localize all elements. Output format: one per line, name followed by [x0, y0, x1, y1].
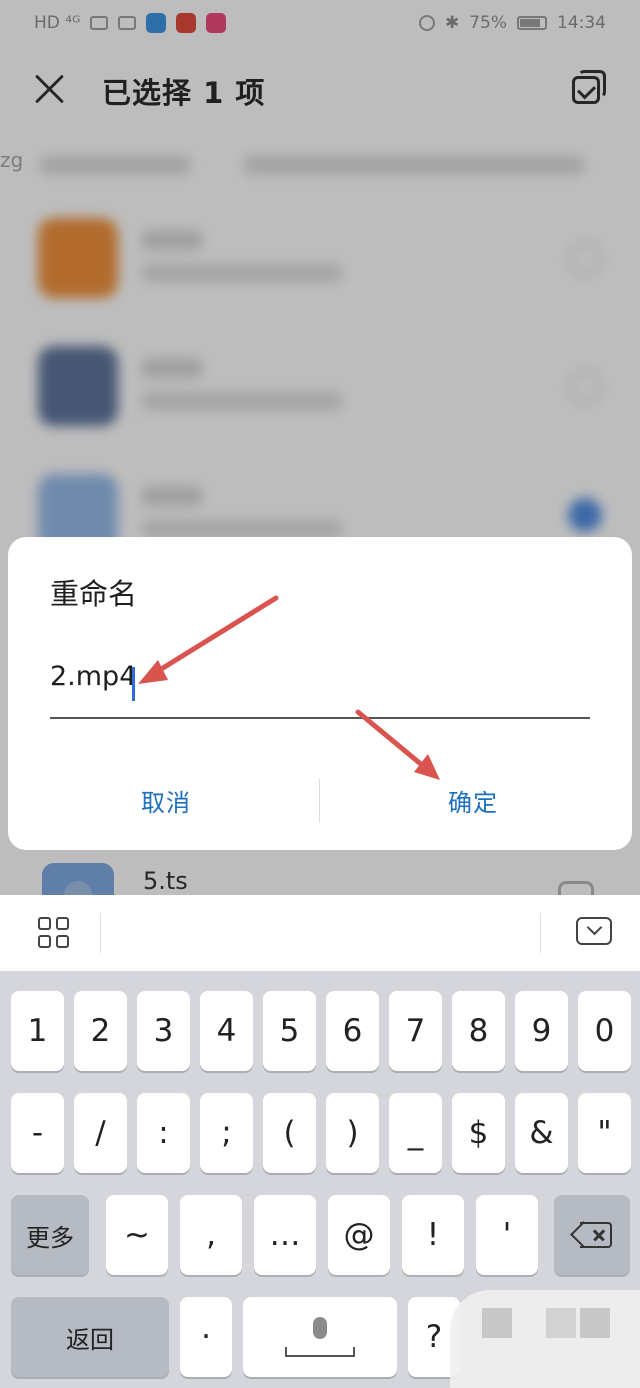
- key-colon[interactable]: :: [137, 1093, 190, 1173]
- key-0[interactable]: 0: [578, 991, 631, 1071]
- key-at[interactable]: @: [328, 1195, 390, 1275]
- key-8[interactable]: 8: [452, 991, 505, 1071]
- key-ellipsis[interactable]: …: [254, 1195, 316, 1275]
- rename-input[interactable]: 2.mp4: [50, 661, 590, 719]
- backspace-icon: [570, 1221, 612, 1248]
- key-7[interactable]: 7: [389, 991, 442, 1071]
- key-slash[interactable]: /: [74, 1093, 127, 1173]
- key-apostrophe[interactable]: ': [476, 1195, 538, 1275]
- key-1[interactable]: 1: [11, 991, 64, 1071]
- more-symbols-button[interactable]: 更多: [11, 1195, 89, 1275]
- cancel-button[interactable]: 取消: [96, 783, 236, 818]
- grid-menu-icon[interactable]: [38, 917, 70, 949]
- key-quote[interactable]: ": [578, 1093, 631, 1173]
- microphone-icon: [285, 1317, 355, 1357]
- key-4[interactable]: 4: [200, 991, 253, 1071]
- key-comma[interactable]: ,: [180, 1195, 242, 1275]
- dialog-title: 重命名: [50, 577, 138, 611]
- hide-keyboard-icon[interactable]: [576, 917, 612, 945]
- text-caret: [132, 667, 135, 701]
- confirm-button[interactable]: 确定: [403, 783, 543, 818]
- key-exclamation[interactable]: !: [402, 1195, 464, 1275]
- key-9[interactable]: 9: [515, 991, 568, 1071]
- key-close-paren[interactable]: ): [326, 1093, 379, 1173]
- toolbar-divider: [540, 913, 541, 953]
- key-underscore[interactable]: _: [389, 1093, 442, 1173]
- key-hyphen[interactable]: -: [11, 1093, 64, 1173]
- back-button[interactable]: 返回: [11, 1297, 169, 1377]
- key-middle-dot[interactable]: ·: [180, 1297, 232, 1377]
- key-3[interactable]: 3: [137, 991, 190, 1071]
- key-2[interactable]: 2: [74, 991, 127, 1071]
- key-5[interactable]: 5: [263, 991, 316, 1071]
- button-divider: [319, 779, 320, 823]
- rename-input-value: 2.mp4: [50, 661, 137, 692]
- toolbar-divider: [100, 913, 101, 953]
- backspace-button[interactable]: [554, 1195, 630, 1275]
- space-key[interactable]: [243, 1297, 397, 1377]
- pixelated-overlay: [450, 1290, 640, 1388]
- key-tilde[interactable]: ~: [106, 1195, 168, 1275]
- key-dollar[interactable]: $: [452, 1093, 505, 1173]
- key-6[interactable]: 6: [326, 991, 379, 1071]
- rename-dialog: 重命名 2.mp4 取消 确定: [8, 537, 632, 850]
- key-ampersand[interactable]: &: [515, 1093, 568, 1173]
- key-semicolon[interactable]: ;: [200, 1093, 253, 1173]
- key-open-paren[interactable]: (: [263, 1093, 316, 1173]
- keyboard-toolbar: [0, 895, 640, 971]
